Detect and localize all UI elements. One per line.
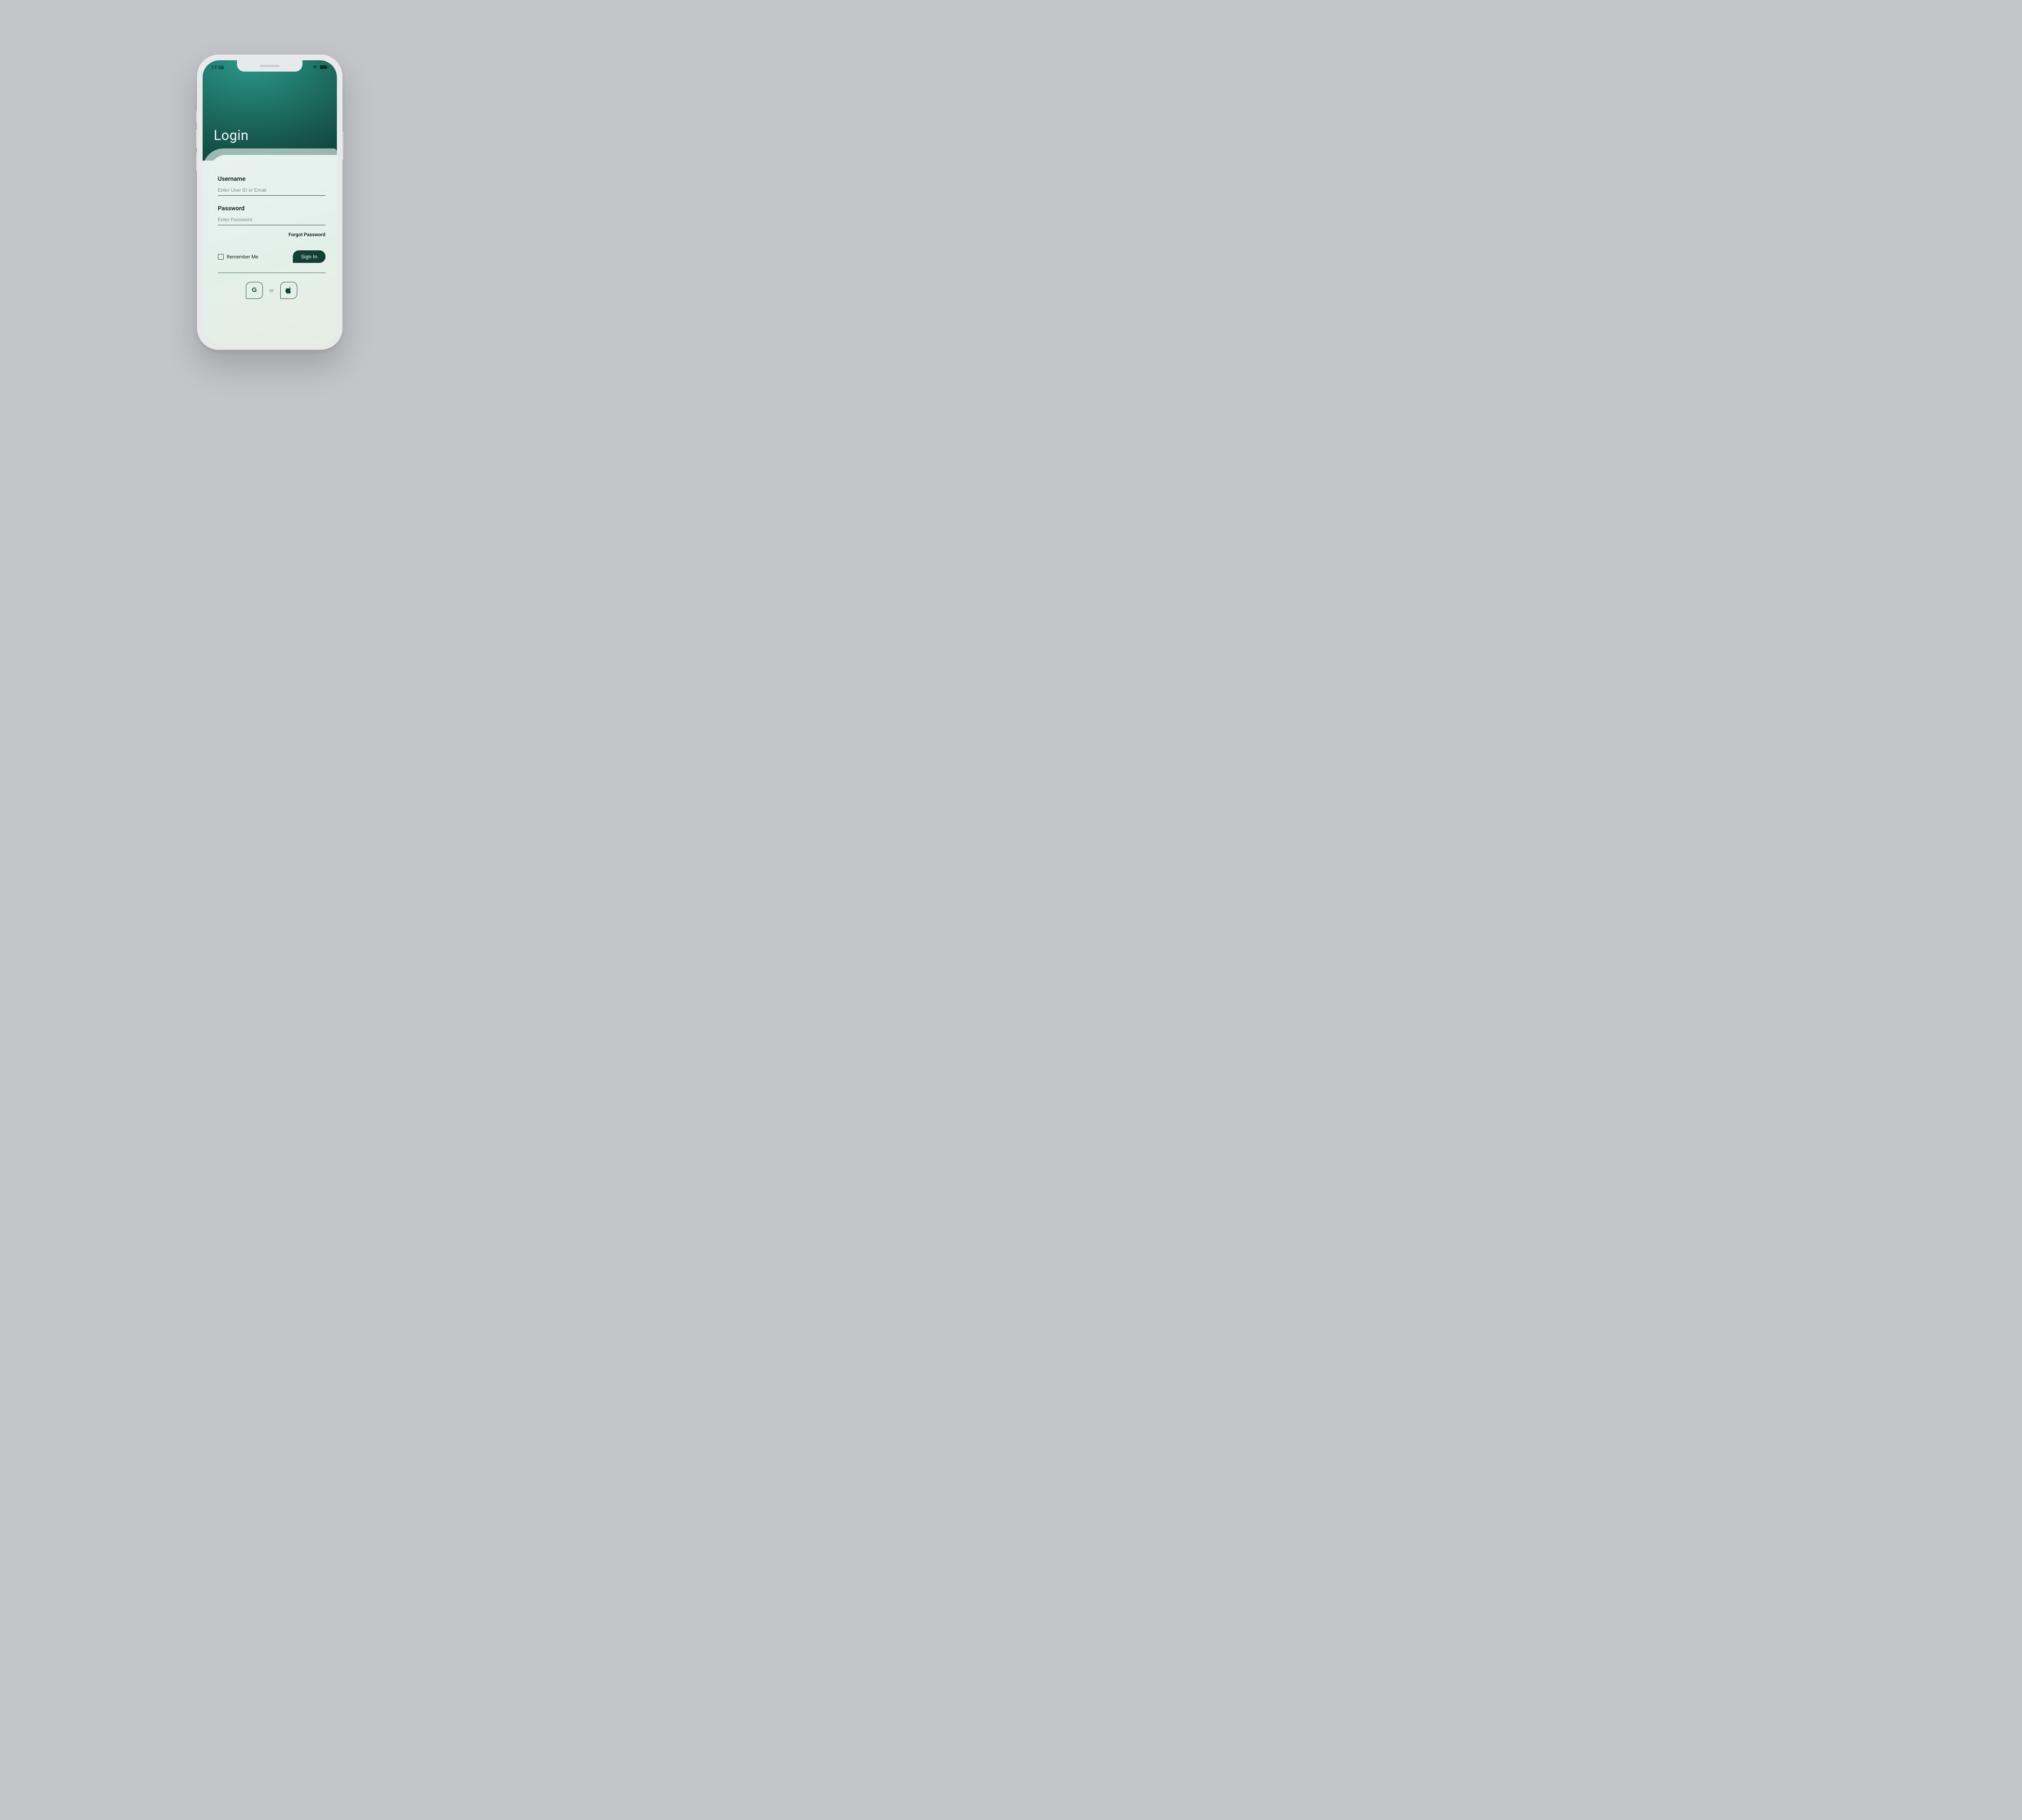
forgot-password-link[interactable]: Forgot Password [218, 232, 326, 237]
remember-me-label: Remember Me [227, 254, 258, 260]
status-time: 17:58 [212, 65, 224, 70]
phone-notch [237, 60, 302, 72]
google-icon: G [252, 287, 257, 294]
action-row: Remember Me Sign In [218, 250, 326, 263]
password-label: Password [218, 205, 326, 212]
login-card-backdrop: Username Password Forgot Password Rememb… [203, 148, 337, 344]
password-field-group: Password [218, 205, 326, 225]
checkbox-icon [218, 254, 224, 260]
phone-side-button [196, 111, 197, 123]
wifi-icon [312, 65, 318, 70]
social-login-row: G or [218, 282, 326, 299]
remember-me-toggle[interactable]: Remember Me [218, 254, 258, 260]
login-card: Username Password Forgot Password Rememb… [209, 155, 337, 344]
sign-in-button[interactable]: Sign In [293, 250, 325, 263]
password-input[interactable] [218, 215, 326, 225]
battery-icon [320, 65, 328, 70]
google-login-button[interactable]: G [246, 282, 263, 299]
phone-frame: 17:58 Login Username [197, 55, 343, 350]
username-field-group: Username [218, 175, 326, 196]
or-label: or [269, 288, 274, 293]
phone-side-button [196, 152, 197, 171]
apple-icon [286, 286, 292, 295]
phone-side-button [342, 131, 343, 160]
login-hero: 17:58 Login [203, 60, 337, 161]
speaker-grille [260, 65, 279, 67]
username-label: Username [218, 175, 326, 182]
username-input[interactable] [218, 186, 326, 196]
screen: 17:58 Login Username [203, 60, 337, 344]
page-title: Login [214, 127, 249, 144]
apple-login-button[interactable] [280, 282, 297, 299]
phone-side-button [196, 129, 197, 148]
status-icons [312, 65, 328, 70]
